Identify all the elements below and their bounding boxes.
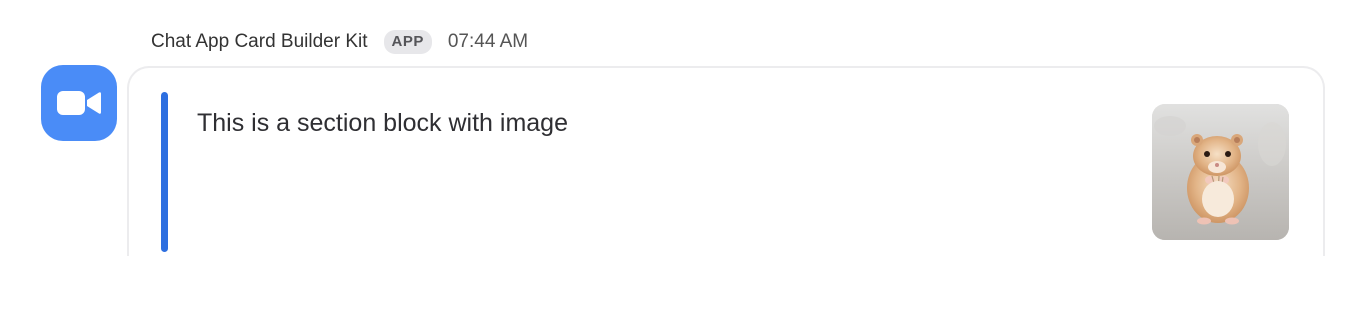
message-card bbox=[127, 66, 1325, 281]
video-camera-icon bbox=[57, 91, 101, 115]
message-header: Chat App Card Builder Kit APP 07:44 AM bbox=[151, 28, 528, 56]
section-image[interactable] bbox=[1152, 104, 1289, 240]
avatar[interactable] bbox=[41, 65, 117, 141]
app-badge: APP bbox=[383, 30, 432, 54]
sender-name[interactable]: Chat App Card Builder Kit bbox=[151, 31, 368, 53]
card-accent-bar bbox=[161, 92, 168, 252]
message-timestamp: 07:44 AM bbox=[447, 31, 529, 52]
hamster-image bbox=[1152, 104, 1289, 240]
section-text: This is a section block with image bbox=[197, 109, 568, 137]
